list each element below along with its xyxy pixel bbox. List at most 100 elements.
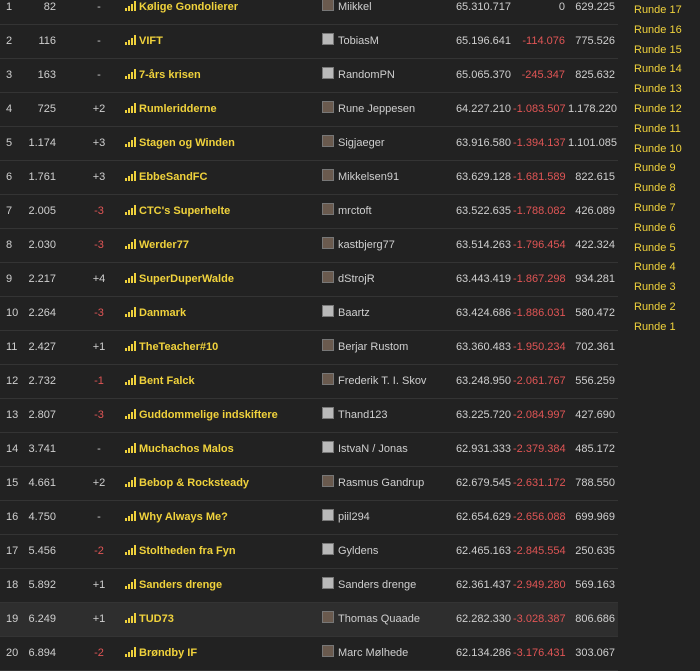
- manager-link[interactable]: Thand123: [322, 399, 388, 432]
- manager-link[interactable]: Frederik T. I. Skov: [322, 365, 426, 398]
- round-link[interactable]: Runde 8: [634, 178, 682, 198]
- round-points-cell: 788.550: [575, 477, 615, 489]
- round-link[interactable]: Runde 15: [634, 40, 682, 60]
- team-name: Guddommelige indskiftere: [139, 409, 278, 421]
- team-link[interactable]: Brøndby IF: [125, 637, 197, 670]
- manager-link[interactable]: IstvaN / Jonas: [322, 433, 408, 466]
- points-difference-cell: -1.788.082: [513, 205, 566, 217]
- round-points-cell: 303.067: [575, 647, 615, 659]
- manager-link[interactable]: Marc Mølhede: [322, 637, 408, 670]
- team-link[interactable]: Danmark: [125, 297, 186, 330]
- round-points-cell: 569.163: [575, 579, 615, 591]
- previous-rank-cell: 2.217: [28, 273, 56, 285]
- movement-cell: -3: [94, 239, 104, 251]
- manager-link[interactable]: Baartz: [322, 297, 370, 330]
- manager-link[interactable]: mrctoft: [322, 195, 372, 228]
- rank-cell: 19: [6, 613, 19, 625]
- round-link[interactable]: Runde 14: [634, 59, 682, 79]
- points-difference-cell: -1.867.298: [513, 273, 566, 285]
- manager-link[interactable]: piil294: [322, 501, 370, 534]
- manager-link[interactable]: kastbjerg77: [322, 229, 395, 262]
- manager-link[interactable]: Rune Jeppesen: [322, 93, 415, 126]
- bar-chart-icon: [125, 239, 136, 249]
- manager-link[interactable]: RandomPN: [322, 59, 395, 92]
- manager-name: Frederik T. I. Skov: [338, 375, 427, 387]
- rank-cell: 2: [6, 35, 13, 47]
- manager-name: RandomPN: [338, 69, 395, 81]
- round-points-cell: 422.324: [575, 239, 615, 251]
- previous-rank-cell: 2.030: [28, 239, 56, 251]
- round-link[interactable]: Runde 1: [634, 317, 682, 337]
- previous-rank-cell: 2.732: [28, 375, 56, 387]
- rank-cell: 6: [6, 171, 13, 183]
- manager-link[interactable]: dStrojR: [322, 263, 375, 296]
- round-link[interactable]: Runde 9: [634, 158, 682, 178]
- round-link[interactable]: Runde 16: [634, 20, 682, 40]
- team-link[interactable]: Why Always Me?: [125, 501, 228, 534]
- team-link[interactable]: 7-års krisen: [125, 59, 201, 92]
- round-link[interactable]: Runde 11: [634, 119, 682, 139]
- round-points-cell: 702.361: [575, 341, 615, 353]
- team-name: Stagen og Winden: [139, 137, 235, 149]
- round-link[interactable]: Runde 3: [634, 277, 682, 297]
- round-points-cell: 1.178.220: [568, 103, 617, 115]
- round-link[interactable]: Runde 10: [634, 139, 682, 159]
- manager-link[interactable]: Berjar Rustom: [322, 331, 408, 364]
- team-link[interactable]: Bebop & Rocksteady: [125, 467, 249, 500]
- manager-name: Sigjaeger: [338, 137, 385, 149]
- team-name: TUD73: [139, 613, 174, 625]
- rank-cell: 17: [6, 545, 19, 557]
- manager-name: Sanders drenge: [338, 579, 417, 591]
- team-link[interactable]: CTC's Superhelte: [125, 195, 230, 228]
- round-link[interactable]: Runde 12: [634, 99, 682, 119]
- round-link[interactable]: Runde 5: [634, 238, 682, 258]
- round-link[interactable]: Runde 17: [634, 0, 682, 20]
- round-link[interactable]: Runde 2: [634, 297, 682, 317]
- team-link[interactable]: TheTeacher#10: [125, 331, 218, 364]
- team-link[interactable]: Kølige Gondolierer: [125, 0, 238, 24]
- round-link[interactable]: Runde 7: [634, 198, 682, 218]
- manager-link[interactable]: TobiasM: [322, 25, 379, 58]
- team-link[interactable]: Rumleridderne: [125, 93, 217, 126]
- points-difference-cell: -1.886.031: [513, 307, 566, 319]
- points-difference-cell: -1.394.137: [513, 137, 566, 149]
- team-link[interactable]: Guddommelige indskiftere: [125, 399, 278, 432]
- points-difference-cell: -2.084.997: [513, 409, 566, 421]
- movement-cell: +3: [92, 137, 106, 149]
- avatar: [322, 305, 334, 317]
- team-link[interactable]: Werder77: [125, 229, 189, 262]
- manager-link[interactable]: Rasmus Gandrup: [322, 467, 424, 500]
- movement-cell: +4: [92, 273, 106, 285]
- round-link[interactable]: Runde 4: [634, 257, 682, 277]
- team-link[interactable]: Sanders drenge: [125, 569, 222, 602]
- round-points-cell: 699.969: [575, 511, 615, 523]
- manager-name: Gyldens: [338, 545, 379, 557]
- table-row: 13 2.807 -3 Guddommelige indskiftere Thand12…: [0, 399, 618, 433]
- round-points-cell: 825.632: [575, 69, 615, 81]
- team-name: VIFT: [139, 35, 163, 47]
- team-link[interactable]: VIFT: [125, 25, 163, 58]
- manager-link[interactable]: Sigjaeger: [322, 127, 384, 160]
- team-link[interactable]: TUD73: [125, 603, 174, 636]
- round-points-cell: 250.635: [575, 545, 615, 557]
- team-link[interactable]: EbbeSandFC: [125, 161, 207, 194]
- round-link[interactable]: Runde 13: [634, 79, 682, 99]
- team-link[interactable]: Muchachos Malos: [125, 433, 234, 466]
- team-link[interactable]: Bent Falck: [125, 365, 195, 398]
- manager-link[interactable]: Miikkel: [322, 0, 372, 24]
- previous-rank-cell: 6.249: [28, 613, 56, 625]
- team-link[interactable]: SuperDuperWalde: [125, 263, 234, 296]
- bar-chart-icon: [125, 545, 136, 555]
- manager-link[interactable]: Gyldens: [322, 535, 378, 568]
- team-link[interactable]: Stoltheden fra Fyn: [125, 535, 236, 568]
- team-link[interactable]: Stagen og Winden: [125, 127, 235, 160]
- avatar: [322, 611, 334, 623]
- points-cell: 65.065.370: [455, 69, 511, 81]
- manager-link[interactable]: Thomas Quaade: [322, 603, 420, 636]
- round-link[interactable]: Runde 6: [634, 218, 682, 238]
- previous-rank-cell: 116: [38, 35, 56, 47]
- manager-link[interactable]: Mikkelsen91: [322, 161, 399, 194]
- points-cell: 63.916.580: [455, 137, 511, 149]
- bar-chart-icon: [125, 341, 136, 351]
- manager-link[interactable]: Sanders drenge: [322, 569, 416, 602]
